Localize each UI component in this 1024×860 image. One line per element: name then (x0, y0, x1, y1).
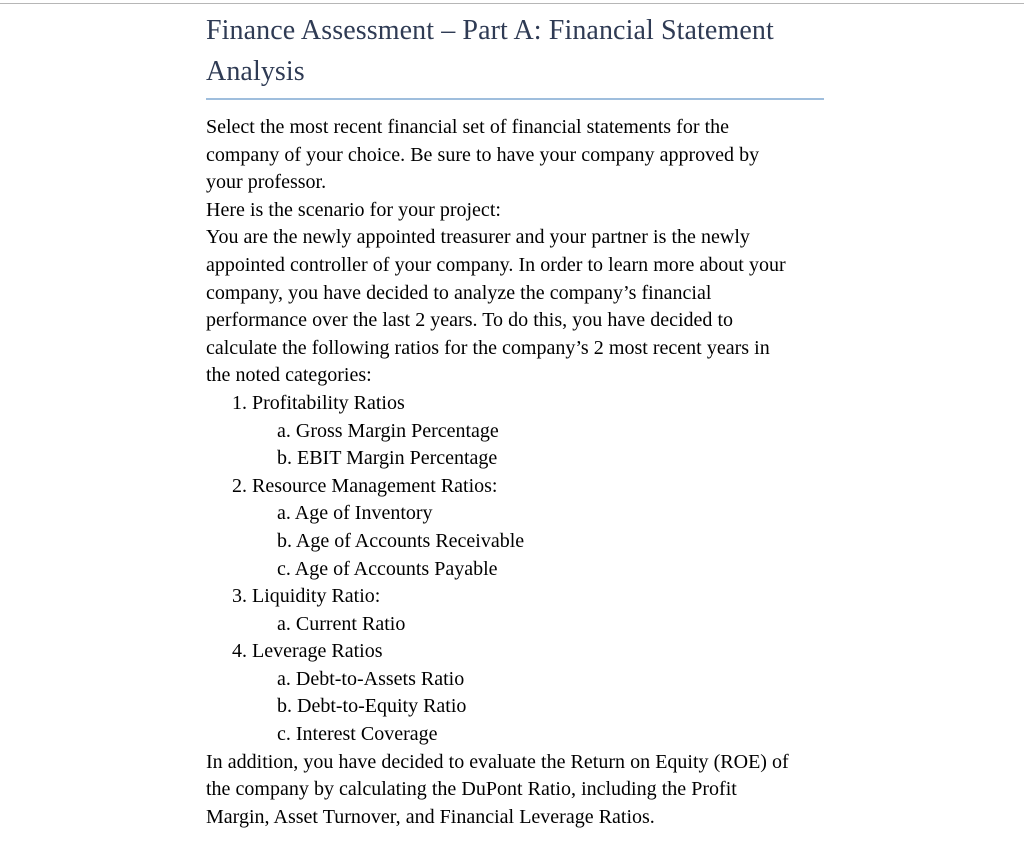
ratio-sub-item: a. Current Ratio (206, 611, 824, 639)
ratio-category-label: Profitability Ratios (252, 391, 405, 414)
ratio-sub-label: Current Ratio (295, 612, 406, 635)
ratio-category-list: 1. Profitability Ratios a. Gross Margin P… (206, 390, 824, 749)
list-marker: b. (277, 529, 292, 552)
scenario-paragraph: You are the newly appointed treasurer an… (206, 226, 786, 387)
list-marker: 1. (232, 391, 247, 414)
ratio-sub-item: b. EBIT Margin Percentage (206, 445, 824, 473)
list-marker: b. (277, 695, 292, 718)
ratio-category-label: Leverage Ratios (252, 640, 383, 663)
ratio-category-item: 4. Leverage Ratios (206, 638, 824, 666)
list-marker: 4. (232, 640, 247, 663)
top-divider (0, 3, 1024, 4)
list-marker: a. (277, 667, 291, 690)
ratio-sub-item: c. Interest Coverage (206, 721, 824, 749)
ratio-sub-label: EBIT Margin Percentage (297, 447, 498, 470)
ratio-sub-label: Gross Margin Percentage (295, 419, 499, 442)
ratio-sub-label: Age of Accounts Payable (294, 557, 498, 580)
ratio-category-label: Liquidity Ratio: (252, 585, 381, 608)
ratio-category-item: 2. Resource Management Ratios: (206, 473, 824, 501)
list-marker: 2. (232, 474, 247, 497)
ratio-sub-label: Age of Accounts Receivable (295, 529, 525, 552)
list-marker: 3. (232, 585, 247, 608)
document-body: Finance Assessment – Part A: Financial S… (206, 10, 824, 831)
intro-paragraph: Select the most recent financial set of … (206, 116, 760, 194)
list-marker: a. (277, 612, 291, 635)
dupont-paragraph: In addition, you have decided to evaluat… (206, 750, 789, 828)
ratio-sub-item: a. Age of Inventory (206, 500, 824, 528)
scenario-lead-in: Here is the scenario for your project: (206, 198, 501, 221)
ratio-sub-item: c. Age of Accounts Payable (206, 556, 824, 584)
list-marker: c. (277, 557, 291, 580)
ratio-sub-item: b. Age of Accounts Receivable (206, 528, 824, 556)
list-marker: c. (277, 723, 291, 746)
ratio-category-item: 3. Liquidity Ratio: (206, 583, 824, 611)
ratio-category-label: Resource Management Ratios: (252, 474, 498, 497)
ratio-sub-item: a. Debt-to-Assets Ratio (206, 666, 824, 694)
ratio-sub-item: a. Gross Margin Percentage (206, 418, 824, 446)
ratio-sub-label: Debt-to-Equity Ratio (297, 695, 467, 718)
list-marker: a. (277, 502, 291, 525)
ratio-sub-label: Debt-to-Assets Ratio (295, 667, 465, 690)
ratio-sub-item: b. Debt-to-Equity Ratio (206, 693, 824, 721)
list-marker: b. (277, 447, 292, 470)
ratio-sub-label: Age of Inventory (294, 502, 433, 525)
page-title: Finance Assessment – Part A: Financial S… (206, 15, 774, 87)
ratio-sub-label: Interest Coverage (295, 723, 438, 746)
title-underline-rule (206, 98, 824, 100)
ratio-category-item: 1. Profitability Ratios (206, 390, 824, 418)
list-marker: a. (277, 419, 291, 442)
